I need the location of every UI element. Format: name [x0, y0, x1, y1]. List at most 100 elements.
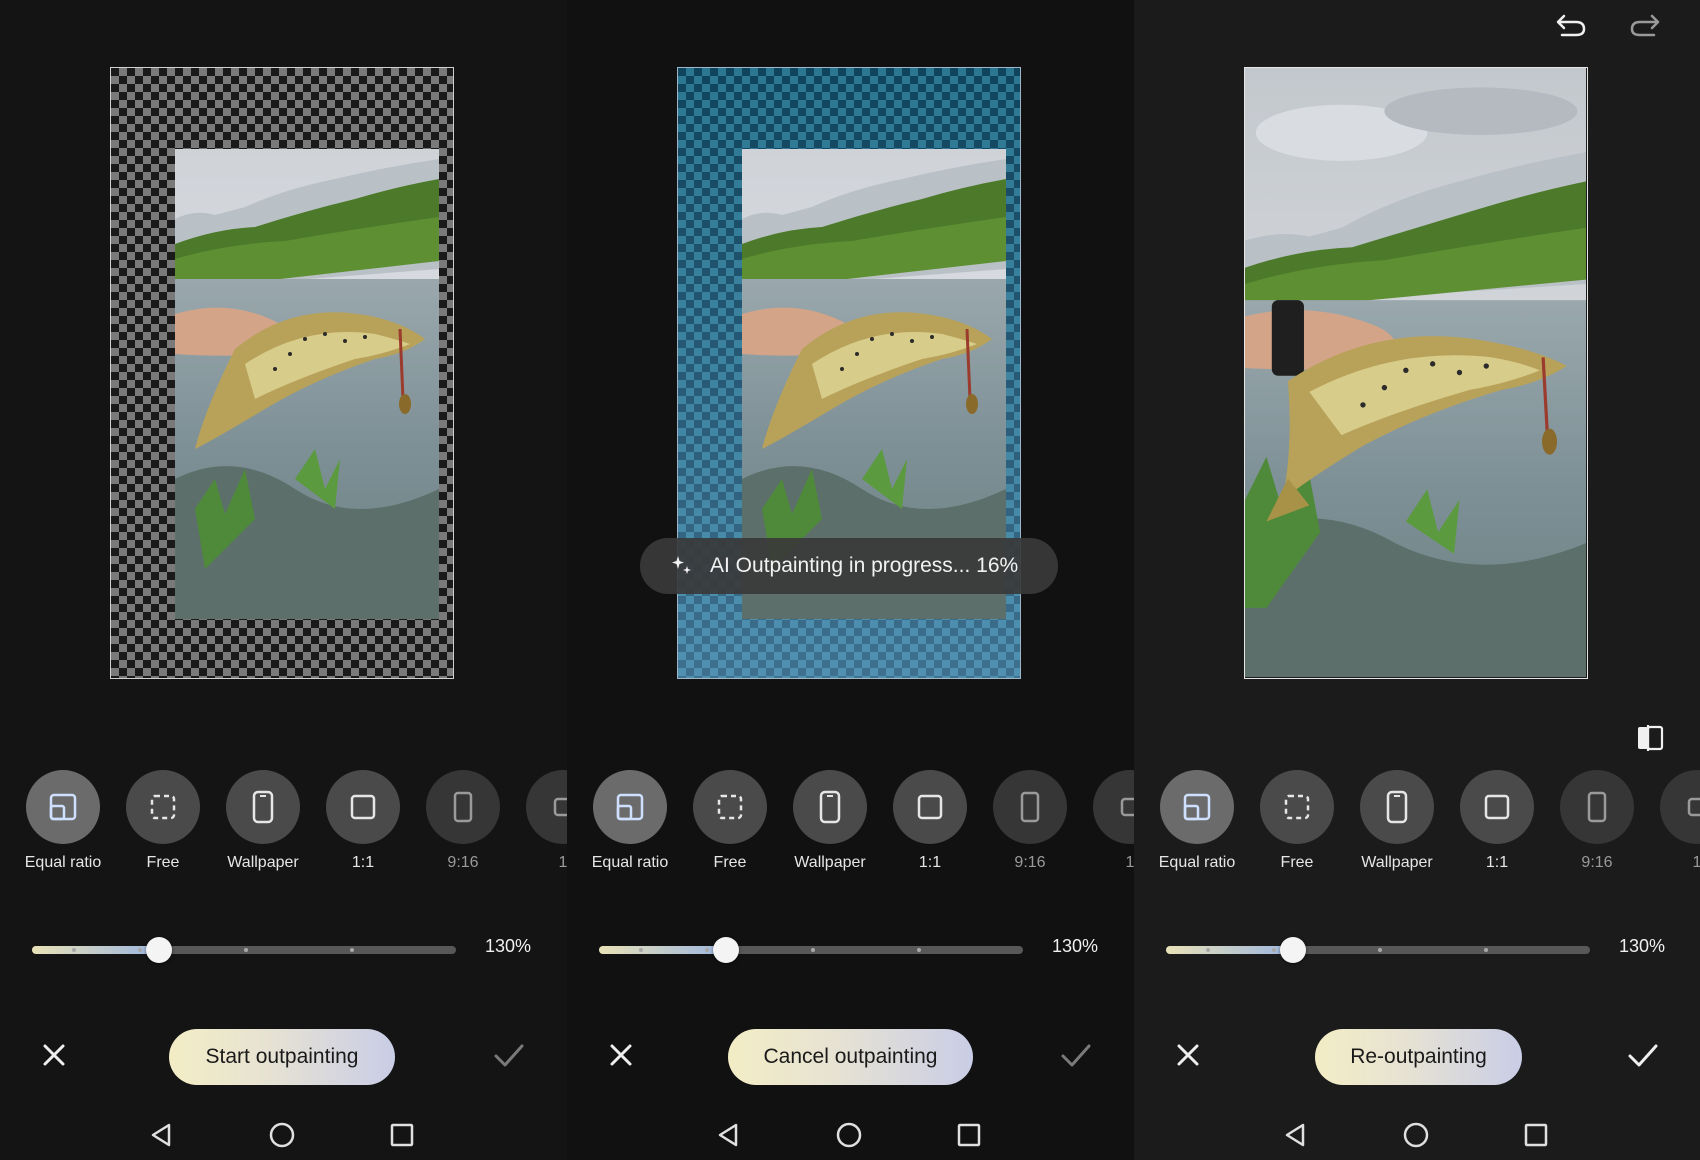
- home-circle-icon[interactable]: [262, 1115, 302, 1155]
- ratio-option-wallpaper[interactable]: Wallpaper: [780, 770, 880, 872]
- sparkle-icon: [670, 554, 694, 578]
- panel-result: Equal ratio Free Wallpaper 1:1 9:16 1 13…: [1134, 0, 1700, 1160]
- ratio-label: 9:16: [1014, 854, 1046, 871]
- ratio-label: Wallpaper: [1361, 854, 1433, 871]
- ratio-label: 1:1: [1485, 854, 1509, 871]
- portrait-icon: [426, 770, 500, 844]
- square-icon: [326, 770, 400, 844]
- portrait-icon: [993, 770, 1067, 844]
- slider-tick: [244, 948, 248, 952]
- ratio-option-1-1[interactable]: 1:1: [313, 770, 413, 872]
- zoom-slider[interactable]: [599, 935, 1023, 965]
- ratio-option-wallpaper[interactable]: Wallpaper: [1347, 770, 1447, 872]
- ratio-option-1-1[interactable]: 1:1: [880, 770, 980, 872]
- system-navigation-bar: [0, 1115, 567, 1155]
- ratio-option-9-16[interactable]: 9:16: [1547, 770, 1647, 872]
- home-circle-icon[interactable]: [829, 1115, 869, 1155]
- back-triangle-icon[interactable]: [141, 1115, 181, 1155]
- ratio-options: Equal ratio Free Wallpaper 1:1 9:16 1: [567, 770, 1134, 880]
- progress-toast: AI Outpainting in progress... 16%: [640, 538, 1058, 594]
- cancel-outpainting-button[interactable]: Cancel outpainting: [728, 1029, 973, 1085]
- ratio-option-equal[interactable]: Equal ratio: [1147, 770, 1247, 872]
- ratio-option-partial[interactable]: 1: [513, 770, 567, 872]
- square-icon: [893, 770, 967, 844]
- square-icon: [1460, 770, 1534, 844]
- ratio-option-9-16[interactable]: 9:16: [980, 770, 1080, 872]
- partial-ratio-icon: [1660, 770, 1700, 844]
- compare-icon[interactable]: [1634, 722, 1666, 754]
- slider-tick: [1272, 948, 1276, 952]
- check-icon[interactable]: [1624, 1037, 1662, 1073]
- ratio-label: Wallpaper: [794, 854, 866, 871]
- original-photo: [175, 149, 439, 619]
- ratio-label: Free: [146, 854, 180, 871]
- system-navigation-bar: [567, 1115, 1134, 1155]
- undo-icon[interactable]: [1551, 8, 1591, 42]
- recents-square-icon[interactable]: [1516, 1115, 1556, 1155]
- ratio-option-9-16[interactable]: 9:16: [413, 770, 513, 872]
- ratio-option-free[interactable]: Free: [113, 770, 213, 872]
- zoom-value: 130%: [1619, 936, 1666, 956]
- zoom-slider[interactable]: [32, 935, 456, 965]
- free-crop-icon: [693, 770, 767, 844]
- ratio-options: Equal ratio Free Wallpaper 1:1 9:16 1: [0, 770, 567, 880]
- close-icon[interactable]: [36, 1037, 72, 1073]
- outpainted-photo: [1244, 67, 1588, 679]
- ratio-label: Equal ratio: [24, 854, 102, 871]
- recents-square-icon[interactable]: [949, 1115, 989, 1155]
- system-navigation-bar: [1134, 1115, 1700, 1155]
- re-outpainting-button[interactable]: Re-outpainting: [1315, 1029, 1522, 1085]
- slider-thumb[interactable]: [146, 937, 172, 963]
- equal-ratio-icon: [1160, 770, 1234, 844]
- slider-tick: [917, 948, 921, 952]
- ratio-option-partial[interactable]: 1: [1080, 770, 1134, 872]
- panel-preview: Equal ratio Free Wallpaper 1:1 9:16 1 13…: [0, 0, 567, 1160]
- zoom-slider[interactable]: [1166, 935, 1590, 965]
- phone-icon: [226, 770, 300, 844]
- ratio-label: Equal ratio: [591, 854, 669, 871]
- ratio-label: Equal ratio: [1158, 854, 1236, 871]
- ratio-label: 1:1: [351, 854, 375, 871]
- ratio-option-free[interactable]: Free: [680, 770, 780, 872]
- ratio-label: 1: [558, 854, 567, 871]
- free-crop-icon: [126, 770, 200, 844]
- ratio-option-equal[interactable]: Equal ratio: [580, 770, 680, 872]
- phone-icon: [1360, 770, 1434, 844]
- recents-square-icon[interactable]: [382, 1115, 422, 1155]
- ratio-label: 1: [1125, 854, 1134, 871]
- close-icon[interactable]: [603, 1037, 639, 1073]
- ratio-option-partial[interactable]: 1: [1647, 770, 1700, 872]
- slider-tick: [1206, 948, 1210, 952]
- slider-tick: [705, 948, 709, 952]
- slider-thumb[interactable]: [713, 937, 739, 963]
- check-icon[interactable]: [490, 1037, 528, 1073]
- ratio-label: 9:16: [447, 854, 479, 871]
- ratio-label: Free: [1280, 854, 1314, 871]
- equal-ratio-icon: [26, 770, 100, 844]
- back-triangle-icon[interactable]: [708, 1115, 748, 1155]
- ratio-option-1-1[interactable]: 1:1: [1447, 770, 1547, 872]
- slider-tick: [1378, 948, 1382, 952]
- portrait-icon: [1560, 770, 1634, 844]
- ratio-label: Free: [713, 854, 747, 871]
- panel-processing: AI Outpainting in progress... 16% Equal …: [567, 0, 1134, 1160]
- expanded-canvas[interactable]: [110, 67, 454, 679]
- ratio-option-wallpaper[interactable]: Wallpaper: [213, 770, 313, 872]
- redo-icon[interactable]: [1625, 8, 1665, 42]
- ratio-option-free[interactable]: Free: [1247, 770, 1347, 872]
- start-outpainting-button[interactable]: Start outpainting: [169, 1029, 395, 1085]
- progress-text: AI Outpainting in progress... 16%: [710, 554, 1019, 577]
- ratio-option-equal[interactable]: Equal ratio: [13, 770, 113, 872]
- outpainted-canvas[interactable]: [1244, 67, 1588, 679]
- slider-thumb[interactable]: [1280, 937, 1306, 963]
- home-circle-icon[interactable]: [1396, 1115, 1436, 1155]
- slider-tick: [72, 948, 76, 952]
- partial-ratio-icon: [1093, 770, 1134, 844]
- close-icon[interactable]: [1170, 1037, 1206, 1073]
- ratio-label: 1: [1692, 854, 1700, 871]
- partial-ratio-icon: [526, 770, 567, 844]
- back-triangle-icon[interactable]: [1275, 1115, 1315, 1155]
- slider-tick: [138, 948, 142, 952]
- free-crop-icon: [1260, 770, 1334, 844]
- check-icon[interactable]: [1057, 1037, 1095, 1073]
